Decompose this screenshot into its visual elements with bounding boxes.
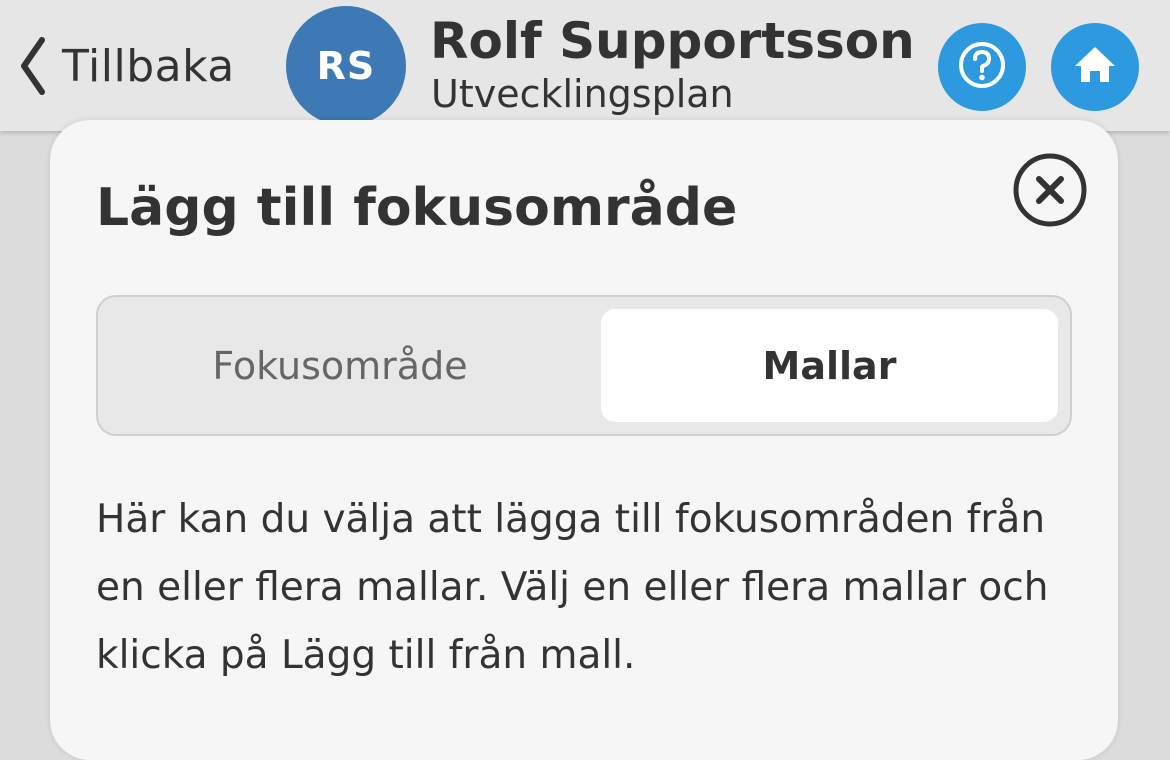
- page-subtitle: Utvecklingsplan: [431, 72, 734, 116]
- close-button[interactable]: [1012, 152, 1088, 228]
- help-circle-icon: [956, 39, 1008, 95]
- back-button[interactable]: Tillbaka: [18, 30, 235, 102]
- avatar: RS: [286, 6, 406, 126]
- home-icon: [1070, 40, 1120, 94]
- user-name: Rolf Supportsson: [430, 12, 915, 70]
- tab-fokusomrade[interactable]: Fokusområde: [110, 309, 570, 422]
- home-button[interactable]: [1051, 23, 1139, 111]
- dialog-description: Här kan du välja att lägga till fokusomr…: [96, 497, 1049, 678]
- tab-mallar[interactable]: Mallar: [601, 309, 1058, 422]
- avatar-initials: RS: [316, 44, 376, 88]
- app-header: Tillbaka RS Rolf Supportsson Utvecklings…: [0, 0, 1170, 131]
- segmented-control: Fokusområde Mallar: [96, 295, 1072, 436]
- close-circle-icon: [1012, 152, 1088, 228]
- chevron-left-icon: [18, 36, 48, 96]
- back-label: Tillbaka: [62, 40, 235, 92]
- dialog-title: Lägg till fokusområde: [96, 178, 738, 238]
- add-focus-area-dialog: Lägg till fokusområde Fokusområde Mallar…: [50, 120, 1118, 760]
- help-button[interactable]: [938, 23, 1026, 111]
